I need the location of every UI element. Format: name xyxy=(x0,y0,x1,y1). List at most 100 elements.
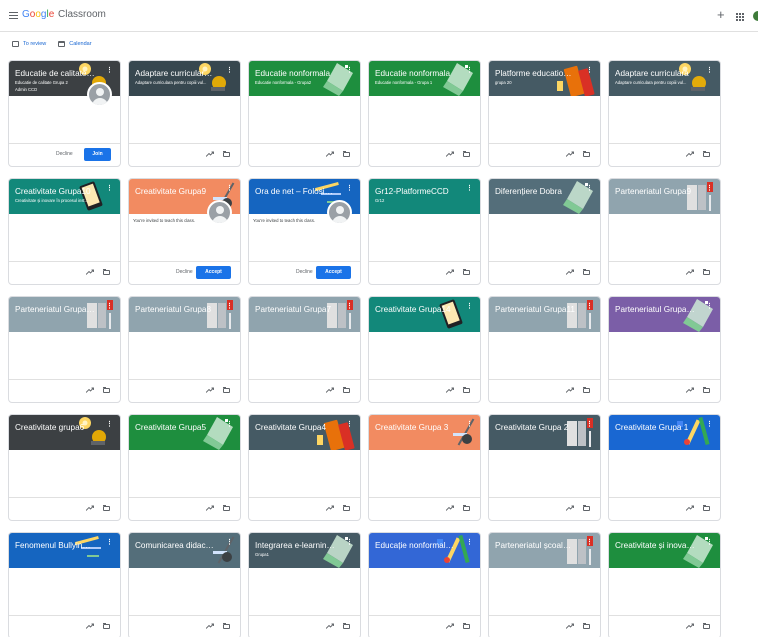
class-title[interactable]: Creativitate Grupa10 xyxy=(15,187,95,197)
class-card[interactable]: Integrarea e-learning... Grupa1 ⋮ xyxy=(248,532,361,637)
class-card[interactable]: Parteneriatul Grupa9 ⋮ xyxy=(608,178,721,285)
class-card-header[interactable]: Diferențiere Dobra ⋮ xyxy=(489,179,600,214)
class-card-header[interactable]: Adaptare curriculara Adaptare curriculara… xyxy=(609,61,720,96)
folder-icon[interactable] xyxy=(703,504,710,511)
more-options-icon[interactable]: ⋮ xyxy=(466,539,473,546)
class-card-header[interactable]: Parteneriatul Grupa13 ⋮ xyxy=(9,297,120,332)
folder-icon[interactable] xyxy=(343,386,350,393)
more-options-icon[interactable]: ⋮ xyxy=(466,421,473,428)
class-title[interactable]: Creativitate și inovar... xyxy=(615,541,695,551)
class-card-header[interactable]: Integrarea e-learning... Grupa1 ⋮ xyxy=(249,533,360,568)
class-card-header[interactable]: Creativitate grupa6 ⋮ xyxy=(9,415,120,450)
more-options-icon[interactable]: ⋮ xyxy=(346,185,353,192)
trending-up-icon[interactable] xyxy=(326,623,334,629)
more-options-icon[interactable]: ⋮ xyxy=(586,185,593,192)
class-card[interactable]: Gr12-PlatformeCCD Gr12 ⋮ xyxy=(368,178,481,285)
trending-up-icon[interactable] xyxy=(86,505,94,511)
folder-icon[interactable] xyxy=(223,504,230,511)
more-options-icon[interactable]: ⋮ xyxy=(226,539,233,546)
class-title[interactable]: Fenomenul Bullying -... xyxy=(15,541,95,551)
class-card-header[interactable]: Creativitate și inovar... ⋮ xyxy=(609,533,720,568)
class-title[interactable]: Educatie de calitate p... xyxy=(15,69,95,79)
more-options-icon[interactable]: ⋮ xyxy=(586,67,593,74)
class-title[interactable]: Parteneriatul Grupa11 xyxy=(495,305,575,315)
more-options-icon[interactable]: ⋮ xyxy=(586,421,593,428)
class-card[interactable]: Creativitate și inovar... ⋮ xyxy=(608,532,721,637)
trending-up-icon[interactable] xyxy=(326,151,334,157)
trending-up-icon[interactable] xyxy=(566,269,574,275)
trending-up-icon[interactable] xyxy=(686,151,694,157)
more-options-icon[interactable]: ⋮ xyxy=(226,185,233,192)
account-avatar[interactable] xyxy=(753,11,758,21)
decline-button[interactable]: Decline xyxy=(176,269,193,275)
class-card-header[interactable]: Parteneriatul Grupa9 ⋮ xyxy=(609,179,720,214)
trending-up-icon[interactable] xyxy=(446,269,454,275)
more-options-icon[interactable]: ⋮ xyxy=(106,421,113,428)
more-options-icon[interactable]: ⋮ xyxy=(466,303,473,310)
folder-icon[interactable] xyxy=(103,268,110,275)
class-card-header[interactable]: Creativitate Grupa4 ⋮ xyxy=(249,415,360,450)
accept-button[interactable]: Accept xyxy=(316,266,351,279)
class-card-header[interactable]: Parteneriatul Grupa8 ⋮ xyxy=(129,297,240,332)
class-card-header[interactable]: Fenomenul Bullying -... ⋮ xyxy=(9,533,120,568)
more-options-icon[interactable]: ⋮ xyxy=(706,67,713,74)
more-options-icon[interactable]: ⋮ xyxy=(106,67,113,74)
folder-icon[interactable] xyxy=(703,268,710,275)
trending-up-icon[interactable] xyxy=(686,623,694,629)
trending-up-icon[interactable] xyxy=(86,269,94,275)
class-card[interactable]: Educatie nonformala Educatie nonformala -… xyxy=(248,60,361,167)
class-card[interactable]: Diferențiere Dobra ⋮ xyxy=(488,178,601,285)
class-title[interactable]: Parteneriatul școala, ... xyxy=(495,541,575,551)
trending-up-icon[interactable] xyxy=(686,387,694,393)
more-options-icon[interactable]: ⋮ xyxy=(586,539,593,546)
class-title[interactable]: Creativitate Grupa 2 xyxy=(495,423,575,433)
class-title[interactable]: Parteneriatul Grupa9 xyxy=(615,187,695,197)
class-card[interactable]: Creativitate Grupa4 ⋮ xyxy=(248,414,361,521)
to-review-link[interactable]: To review xyxy=(12,41,46,47)
decline-button[interactable]: Decline xyxy=(56,151,73,157)
folder-icon[interactable] xyxy=(583,386,590,393)
folder-icon[interactable] xyxy=(583,504,590,511)
more-options-icon[interactable]: ⋮ xyxy=(106,185,113,192)
class-card-header[interactable]: Parteneriatul Grupa7 ⋮ xyxy=(249,297,360,332)
more-options-icon[interactable]: ⋮ xyxy=(106,303,113,310)
class-card[interactable]: Ora de net – Folosire... ⋮ You're invited … xyxy=(248,178,361,285)
class-card[interactable]: Parteneriatul Grupa8 ⋮ xyxy=(128,296,241,403)
trending-up-icon[interactable] xyxy=(566,623,574,629)
folder-icon[interactable] xyxy=(343,150,350,157)
trending-up-icon[interactable] xyxy=(326,387,334,393)
class-title[interactable]: Creativitate grupa6 xyxy=(15,423,95,433)
class-card[interactable]: Creativitate Grupa14 ⋮ xyxy=(368,296,481,403)
class-card-header[interactable]: Comunicarea didacti... ⋮ xyxy=(129,533,240,568)
folder-icon[interactable] xyxy=(703,622,710,629)
class-card[interactable]: Creativitate Grupa 2 ⋮ xyxy=(488,414,601,521)
class-card-header[interactable]: Adaptare curriculara ... Adaptare curricu… xyxy=(129,61,240,96)
class-card[interactable]: Creativitate Grupa5 ⋮ xyxy=(128,414,241,521)
class-title[interactable]: Creativitate Grupa 3 xyxy=(375,423,455,433)
trending-up-icon[interactable] xyxy=(206,505,214,511)
class-title[interactable]: Parteneriatul Grupa7 xyxy=(255,305,335,315)
class-card-header[interactable]: Creativitate Grupa5 ⋮ xyxy=(129,415,240,450)
class-card-header[interactable]: Creativitate Grupa 2 ⋮ xyxy=(489,415,600,450)
trending-up-icon[interactable] xyxy=(86,387,94,393)
class-card[interactable]: Creativitate Grupa9 ⋮ You're invited to te… xyxy=(128,178,241,285)
class-title[interactable]: Ora de net – Folosire... xyxy=(255,187,335,197)
class-title[interactable]: Diferențiere Dobra xyxy=(495,187,575,197)
app-logo[interactable]: Google Classroom xyxy=(22,9,106,20)
trending-up-icon[interactable] xyxy=(566,505,574,511)
class-title[interactable]: Gr12-PlatformeCCD xyxy=(375,187,455,197)
class-card[interactable]: Educatie de calitate p... Educatie de cal… xyxy=(8,60,121,167)
class-card-header[interactable]: Gr12-PlatformeCCD Gr12 ⋮ xyxy=(369,179,480,214)
class-title[interactable]: Integrarea e-learning... xyxy=(255,541,335,551)
trending-up-icon[interactable] xyxy=(86,623,94,629)
more-options-icon[interactable]: ⋮ xyxy=(346,303,353,310)
trending-up-icon[interactable] xyxy=(686,505,694,511)
folder-icon[interactable] xyxy=(223,386,230,393)
class-title[interactable]: Educatie nonformala xyxy=(375,69,455,79)
more-options-icon[interactable]: ⋮ xyxy=(106,539,113,546)
class-card[interactable]: Parteneriatul Grupa12 ⋮ xyxy=(608,296,721,403)
trending-up-icon[interactable] xyxy=(206,151,214,157)
class-card-header[interactable]: Educație nonformală ... ⋮ xyxy=(369,533,480,568)
trending-up-icon[interactable] xyxy=(446,623,454,629)
join-button[interactable]: Join xyxy=(84,148,111,161)
